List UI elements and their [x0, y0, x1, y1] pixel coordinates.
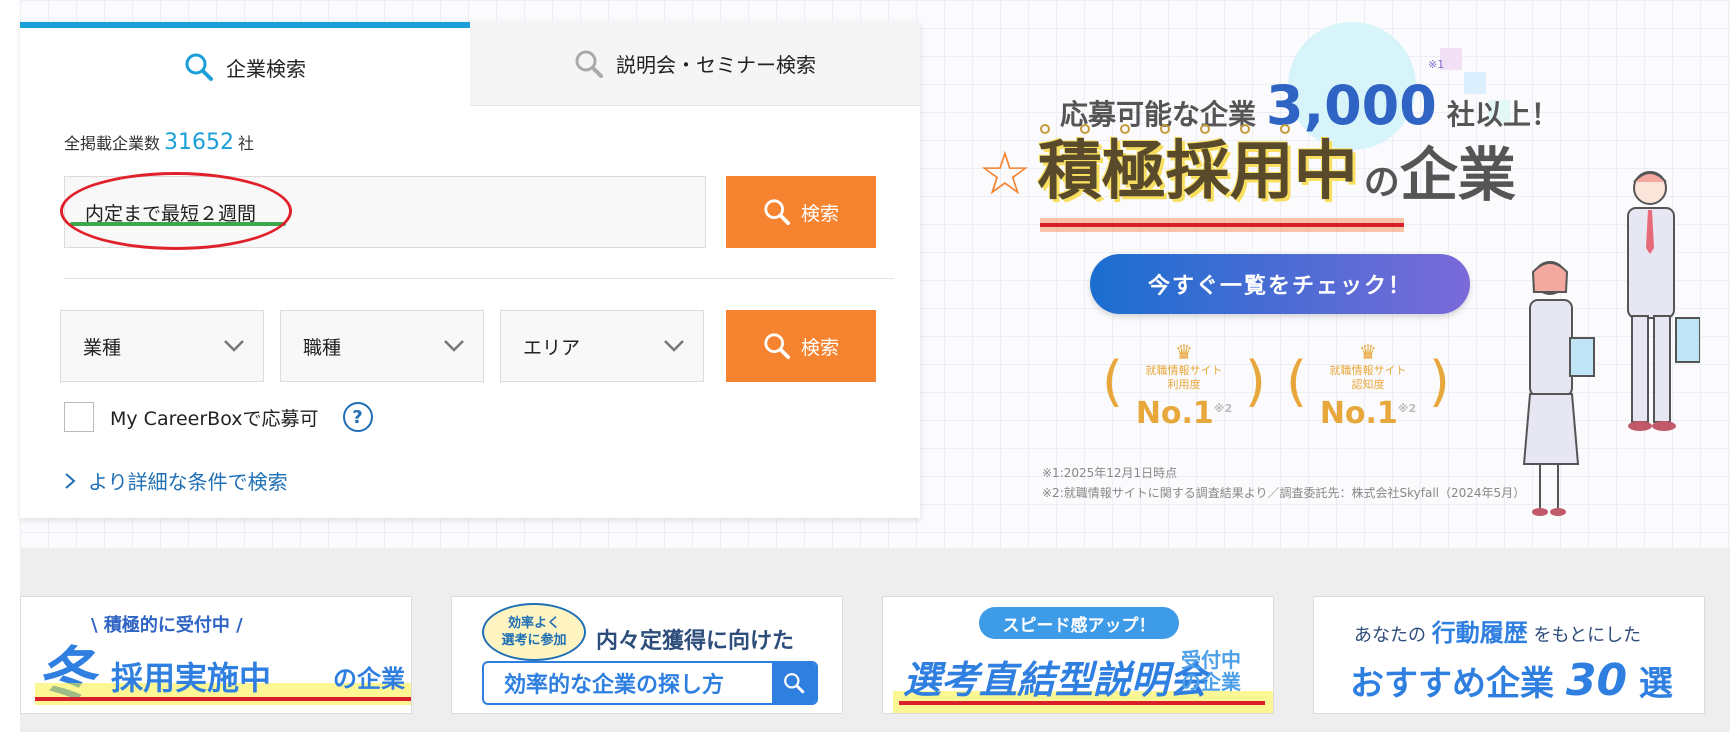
banner-title: 選考直結型説明会 — [903, 658, 1208, 702]
banner-winter-hiring[interactable]: \ 積極的に受付中 / 冬 採用実施中 の企業 — [20, 596, 412, 714]
check-list-button[interactable]: 今すぐ一覧をチェック！ — [1090, 254, 1470, 314]
banner-box-text: 効率的な企業の探し方 — [504, 673, 725, 698]
industry-select[interactable]: 業種 — [60, 310, 264, 382]
company-count: 全掲載企業数 31652 社 — [64, 130, 254, 155]
hero-title-no: の — [1363, 161, 1400, 203]
keyword-underline — [70, 222, 286, 226]
job-type-select[interactable]: 職種 — [280, 310, 484, 382]
careerbox-filter: My CareerBoxで応募可 ? — [64, 402, 373, 432]
business-people-illustration — [1522, 171, 1700, 516]
link-label: より詳細な条件で検索 — [88, 470, 288, 494]
help-icon[interactable]: ? — [342, 402, 373, 432]
laurel-icon: ) — [1428, 350, 1450, 413]
select-label: 職種 — [303, 336, 342, 359]
banner-underline — [899, 701, 1265, 705]
filter-search-button[interactable]: 検索 — [726, 310, 876, 382]
award-label: 就職情報サイト — [1145, 364, 1223, 377]
hero-title-tail: 企業 — [1399, 141, 1516, 209]
search-icon — [185, 53, 213, 81]
banner-title: 内々定獲得に向けた — [596, 629, 795, 654]
count-label: 全掲載企業数 — [64, 134, 161, 153]
banner-title: おすすめ企業 30 選 — [1350, 655, 1673, 706]
banner-underline — [35, 697, 411, 701]
search-icon — [764, 333, 791, 360]
divider — [64, 278, 894, 279]
hero-title: ☆ 積極採用中 の 企業 — [978, 140, 1516, 204]
hero-title-main: 積極採用中 — [1037, 135, 1358, 209]
banner-title-tail: 受付中 の企業 — [1181, 648, 1241, 694]
banner-search-box: 効率的な企業の探し方 — [482, 661, 818, 705]
keyword-search-button[interactable]: 検索 — [726, 176, 876, 248]
footnote-1: ※1:2025年12月1日時点 — [1042, 466, 1178, 480]
tab-company-search[interactable]: 企業検索 — [20, 22, 470, 106]
chevron-down-icon — [444, 340, 464, 352]
checkbox-label[interactable]: My CareerBoxで応募可 — [110, 404, 319, 431]
chevron-down-icon — [224, 340, 244, 352]
tab-label: 説明会・セミナー検索 — [616, 53, 816, 77]
count-value: 31652 — [164, 130, 235, 155]
award-usage: ( ) ♛ 就職情報サイト 利用度 No.1※2 — [1100, 340, 1268, 440]
button-label: 検索 — [800, 202, 839, 225]
star-icon: ☆ — [978, 139, 1032, 209]
search-icon — [575, 50, 603, 78]
tab-label: 企業検索 — [226, 56, 306, 81]
award-rank: No.1※2 — [1319, 396, 1417, 431]
laurel-icon: ( — [1286, 350, 1308, 413]
tab-seminar-search[interactable]: 説明会・セミナー検索 — [470, 22, 920, 106]
award-label: 認知度 — [1351, 378, 1385, 391]
laurel-icon: ( — [1102, 350, 1124, 413]
detail-search-link[interactable]: より詳細な条件で検索 — [64, 466, 288, 495]
banner-direct-seminar[interactable]: スピード感アップ！ 選考直結型説明会 受付中 の企業 — [882, 596, 1274, 714]
banner-subtitle: \ 積極的に受付中 / — [91, 615, 243, 636]
laurel-icon: ) — [1244, 350, 1266, 413]
banner-title-tail: の企業 — [333, 665, 405, 693]
select-label: エリア — [523, 336, 581, 359]
award-label: 就職情報サイト — [1329, 364, 1407, 377]
search-icon — [772, 663, 816, 703]
search-panel: 企業検索 説明会・セミナー検索 全掲載企業数 31652 社 検索 業種 職種 — [20, 22, 920, 518]
select-label: 業種 — [83, 336, 122, 359]
chevron-right-icon — [65, 472, 76, 489]
page: 企業検索 説明会・セミナー検索 全掲載企業数 31652 社 検索 業種 職種 — [0, 0, 1730, 752]
banner-recommended-companies[interactable]: あなたの 行動履歴 をもとにした おすすめ企業 30 選 — [1313, 596, 1705, 714]
area-select[interactable]: エリア — [500, 310, 704, 382]
crown-icon: ♛ — [1175, 340, 1193, 364]
hero-underline — [1040, 223, 1404, 227]
banner-subtitle: あなたの 行動履歴 をもとにした — [1354, 619, 1642, 647]
button-label: 検索 — [800, 336, 839, 359]
count-unit: 社 — [238, 134, 255, 153]
award-rank: No.1※2 — [1135, 396, 1233, 431]
banner-bubble: 効率よく 選考に参加 — [482, 603, 586, 661]
banner-pill: スピード感アップ！ — [979, 607, 1179, 639]
keyword-input[interactable] — [64, 176, 706, 248]
hero-sub-suffix: 社以上！ — [1446, 98, 1559, 131]
careerbox-checkbox[interactable] — [64, 402, 94, 432]
hero-note: ※1 — [1428, 58, 1445, 71]
chevron-down-icon — [664, 340, 684, 352]
hero-dots — [1040, 124, 1290, 134]
award-recognition: ( ) ♛ 就職情報サイト 認知度 No.1※2 — [1284, 340, 1452, 440]
banner-efficient-search[interactable]: 効率よく 選考に参加 内々定獲得に向けた 効率的な企業の探し方 — [451, 596, 843, 714]
crown-icon: ♛ — [1359, 340, 1377, 364]
footnote-2: ※2:就職情報サイトに関する調査結果より／調査委託先：株式会社Skyfall（2… — [1042, 486, 1526, 500]
banner-title: 採用実施中 — [111, 659, 272, 697]
award-label: 利用度 — [1167, 378, 1201, 391]
search-icon — [764, 199, 791, 226]
hero-sub-number: 3,000 — [1266, 74, 1437, 137]
